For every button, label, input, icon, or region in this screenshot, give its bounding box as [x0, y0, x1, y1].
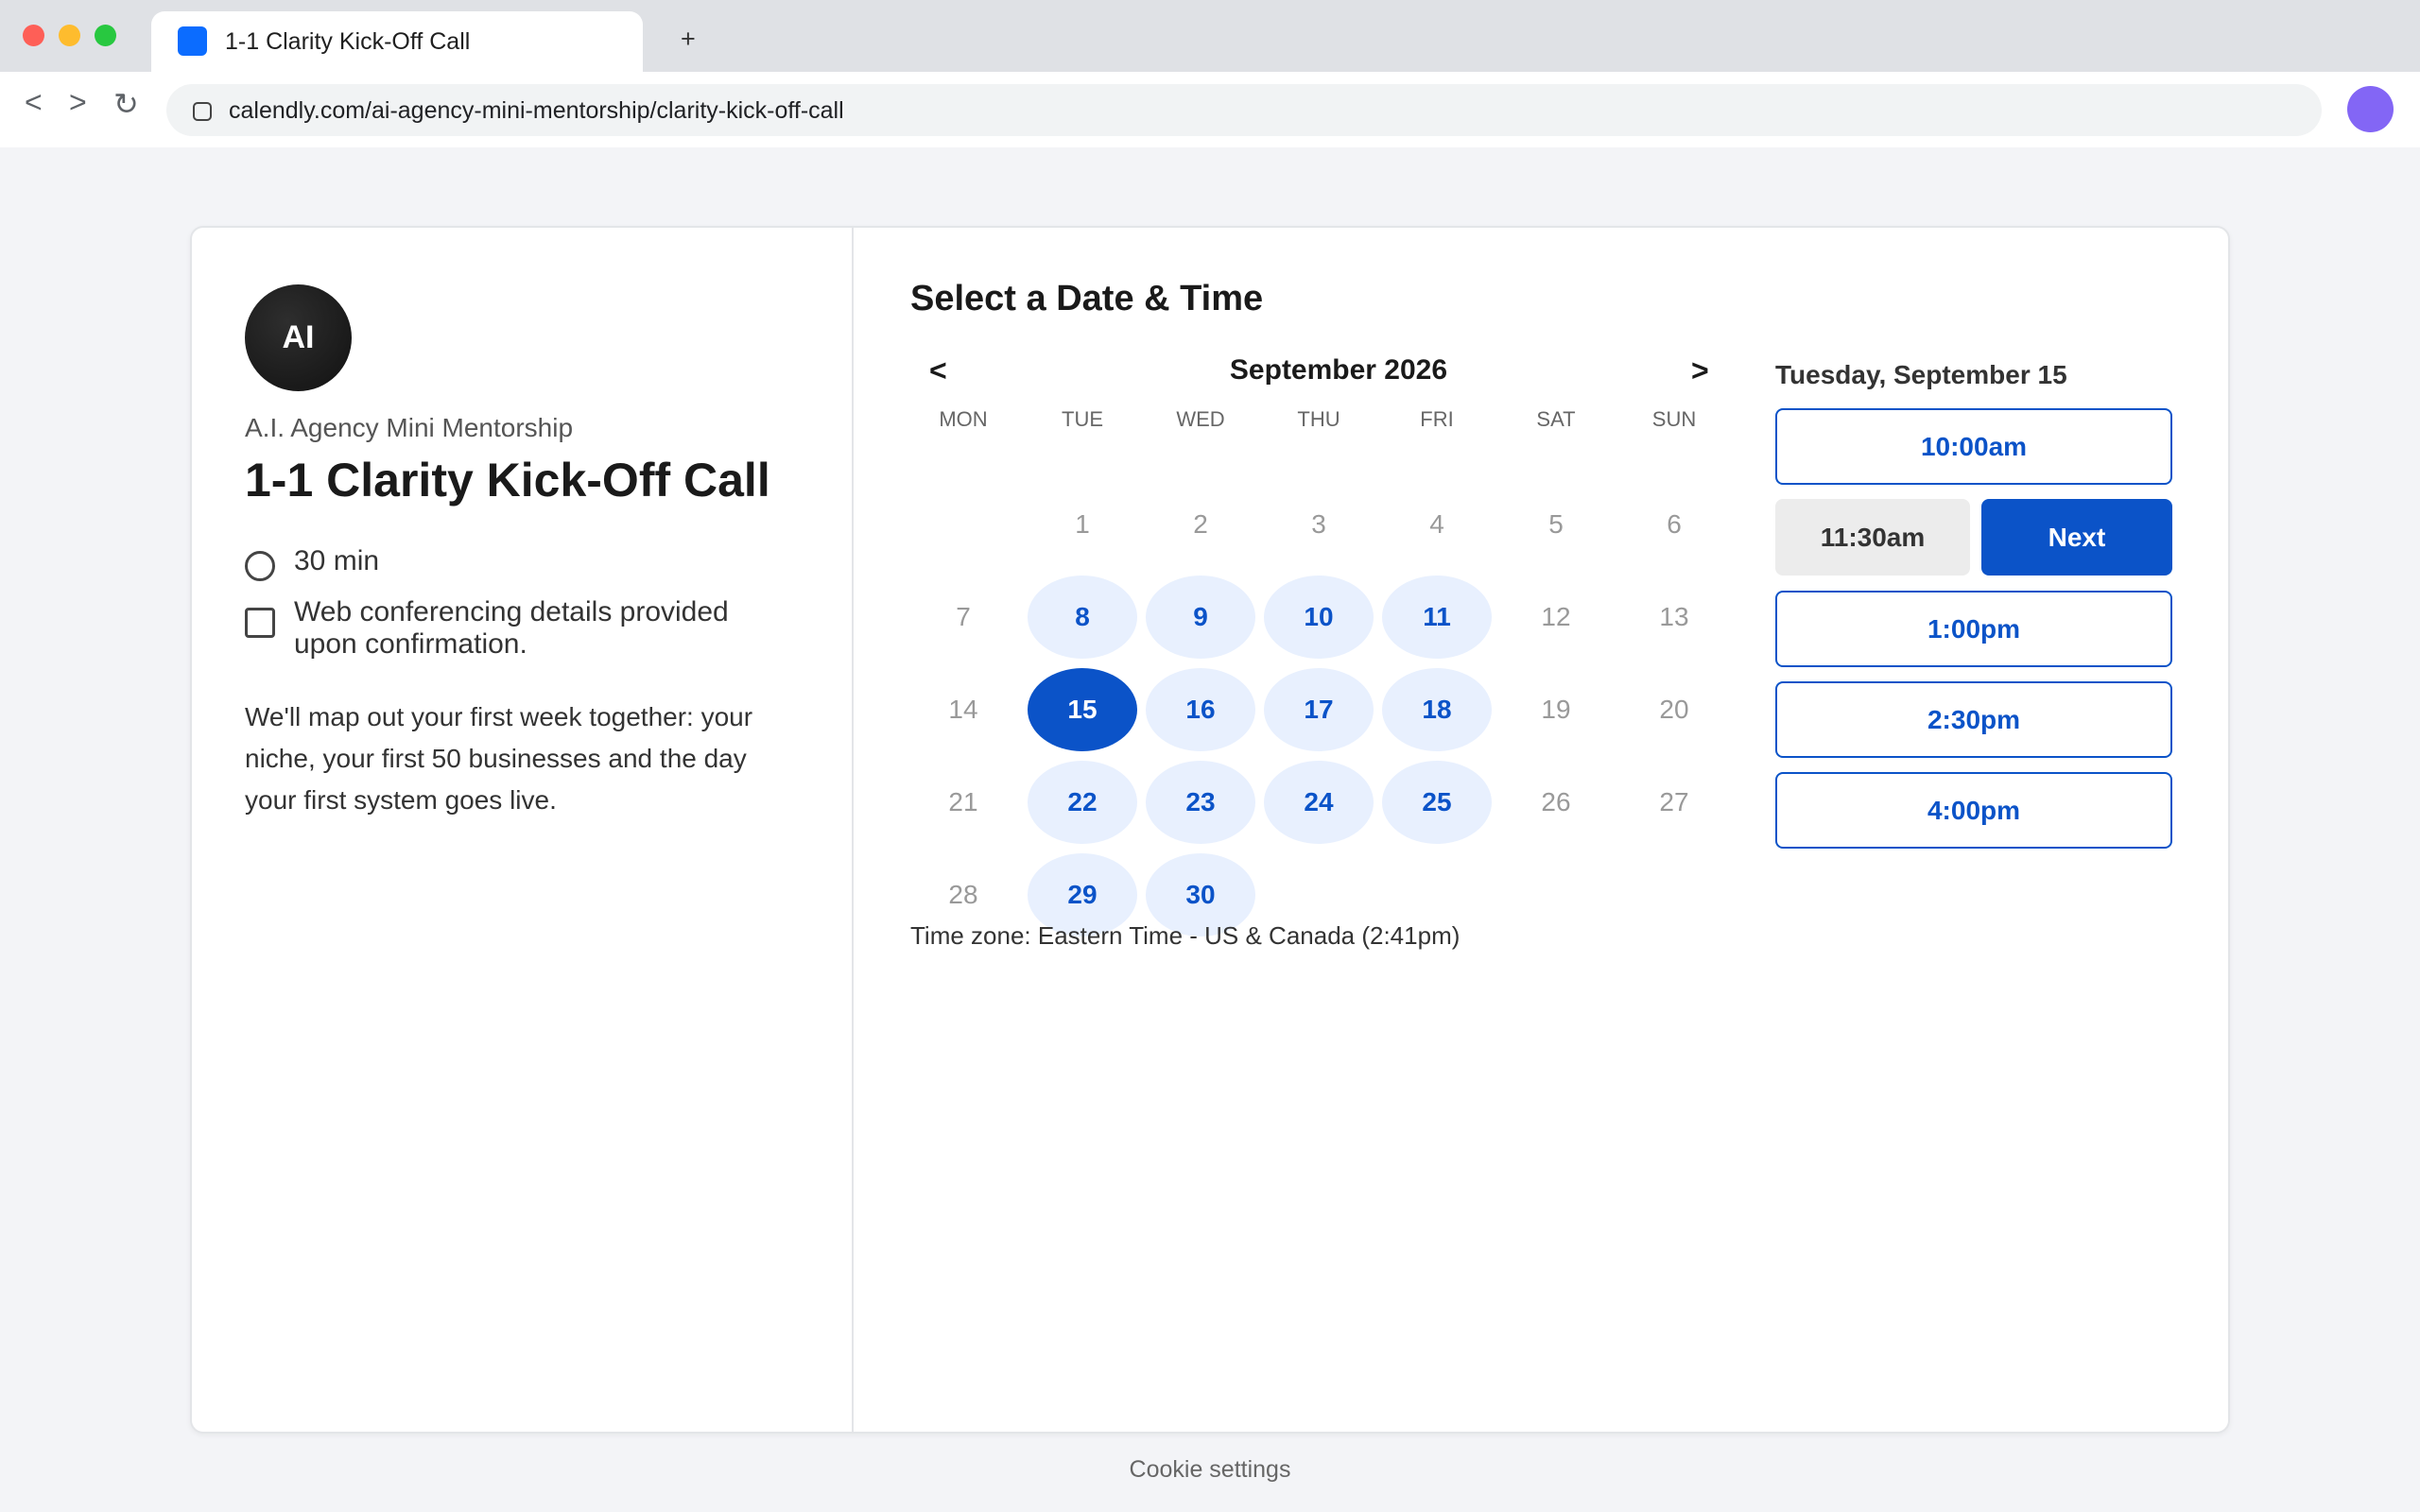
conferencing-text: Web conferencing details provided upon c… [294, 596, 729, 660]
calendar-day-available[interactable]: 22 [1028, 761, 1137, 844]
event-title: 1-1 Clarity Kick-Off Call [245, 454, 770, 507]
time-slot-button[interactable]: 4:00pm [1775, 772, 2172, 849]
calendar-day-unavailable: 19 [1541, 695, 1571, 724]
month-label: September 2026 [1229, 354, 1448, 386]
time-slot-button[interactable]: 1:00pm [1775, 591, 2172, 667]
organization-name: A.I. Agency Mini Mentorship [245, 413, 574, 442]
calendar-day-available[interactable]: 25 [1382, 761, 1492, 844]
browser-tab-active[interactable]: 1-1 Clarity Kick-Off Call [151, 11, 643, 72]
new-tab-button[interactable]: + [681, 26, 696, 52]
window-minimize-button[interactable] [59, 25, 80, 46]
calendar-day-available[interactable]: 10 [1264, 576, 1374, 659]
calendar-day-available[interactable]: 11 [1382, 576, 1492, 659]
calendar-day-unavailable: 26 [1541, 787, 1571, 816]
browser-tab-bar: 1-1 Clarity Kick-Off Call + [0, 0, 2420, 72]
weekday-label: THU [1297, 407, 1340, 431]
weekday-label: TUE [1062, 407, 1103, 431]
time-slot-button[interactable]: 2:30pm [1775, 681, 2172, 758]
web-conferencing-icon [245, 608, 275, 638]
next-month-button[interactable]: > [1691, 353, 1709, 388]
url-text[interactable]: calendly.com/ai-agency-mini-mentorship/c… [229, 97, 844, 125]
address-bar[interactable]: calendly.com/ai-agency-mini-mentorship/c… [166, 84, 2322, 136]
calendar-day-available[interactable]: 9 [1146, 576, 1255, 659]
browser-toolbar: < > ↻ calendly.com/ai-agency-mini-mentor… [0, 72, 2420, 147]
booking-card: AI A.I. Agency Mini Mentorship 1-1 Clari… [190, 226, 2230, 1434]
timezone-selector[interactable]: Time zone: Eastern Time - US & Canada (2… [910, 921, 1460, 951]
tab-title: 1-1 Clarity Kick-Off Call [225, 28, 471, 55]
organizer-avatar: AI [245, 284, 352, 391]
calendar-day-unavailable: 12 [1541, 602, 1571, 631]
profile-avatar[interactable] [2347, 86, 2394, 132]
weekday-label: WED [1176, 407, 1225, 431]
weekday-label: MON [939, 407, 988, 431]
calendar-day-unavailable: 14 [948, 695, 978, 724]
calendar-day-unavailable: 1 [1075, 509, 1090, 539]
reload-button[interactable]: ↻ [113, 89, 139, 119]
calendar-day-unavailable: 2 [1193, 509, 1208, 539]
calendly-favicon-icon [178, 26, 207, 56]
calendar-day-available[interactable]: 16 [1146, 668, 1255, 751]
time-slot-button[interactable]: 10:00am [1775, 408, 2172, 485]
calendar-day-available[interactable]: 24 [1264, 761, 1374, 844]
forward-button[interactable]: > [69, 87, 87, 117]
window-maximize-button[interactable] [95, 25, 116, 46]
calendar-day-unavailable: 3 [1311, 509, 1326, 539]
calendar-day-available[interactable]: 17 [1264, 668, 1374, 751]
calendar-day-unavailable: 27 [1659, 787, 1689, 816]
event-description: We'll map out your first week together: … [245, 702, 753, 815]
weekday-label: FRI [1420, 407, 1454, 431]
calendar-day-available[interactable]: 18 [1382, 668, 1492, 751]
clock-icon [245, 551, 275, 581]
selected-date-heading: Tuesday, September 15 [1775, 360, 2067, 389]
calendar-day-unavailable: 5 [1548, 509, 1564, 539]
window-close-button[interactable] [23, 25, 44, 46]
calendar-day-unavailable: 6 [1667, 509, 1682, 539]
calendar-day-unavailable: 4 [1429, 509, 1444, 539]
back-button[interactable]: < [25, 87, 43, 117]
previous-month-button[interactable]: < [929, 353, 947, 388]
site-info-icon[interactable] [193, 102, 212, 121]
select-date-time-heading: Select a Date & Time [910, 279, 1264, 318]
weekday-label: SUN [1651, 407, 1697, 431]
next-button[interactable]: Next [1981, 499, 2172, 576]
cookie-settings-link[interactable]: Cookie settings [1068, 1456, 1352, 1484]
calendar-day-unavailable: 7 [956, 602, 971, 631]
calendar-day-selected[interactable]: 15 [1028, 668, 1137, 751]
weekday-label: SAT [1536, 407, 1576, 431]
calendar-day-unavailable: 21 [948, 787, 978, 816]
calendar-day-available[interactable]: 8 [1028, 576, 1137, 659]
panel-divider [852, 228, 854, 1432]
time-slot-selected[interactable]: 11:30am [1775, 499, 1970, 576]
duration-text: 30 min [294, 545, 380, 576]
calendar-day-unavailable: 13 [1659, 602, 1689, 631]
calendar-day-unavailable: 20 [1659, 695, 1689, 724]
calendar-day-available[interactable]: 23 [1146, 761, 1255, 844]
